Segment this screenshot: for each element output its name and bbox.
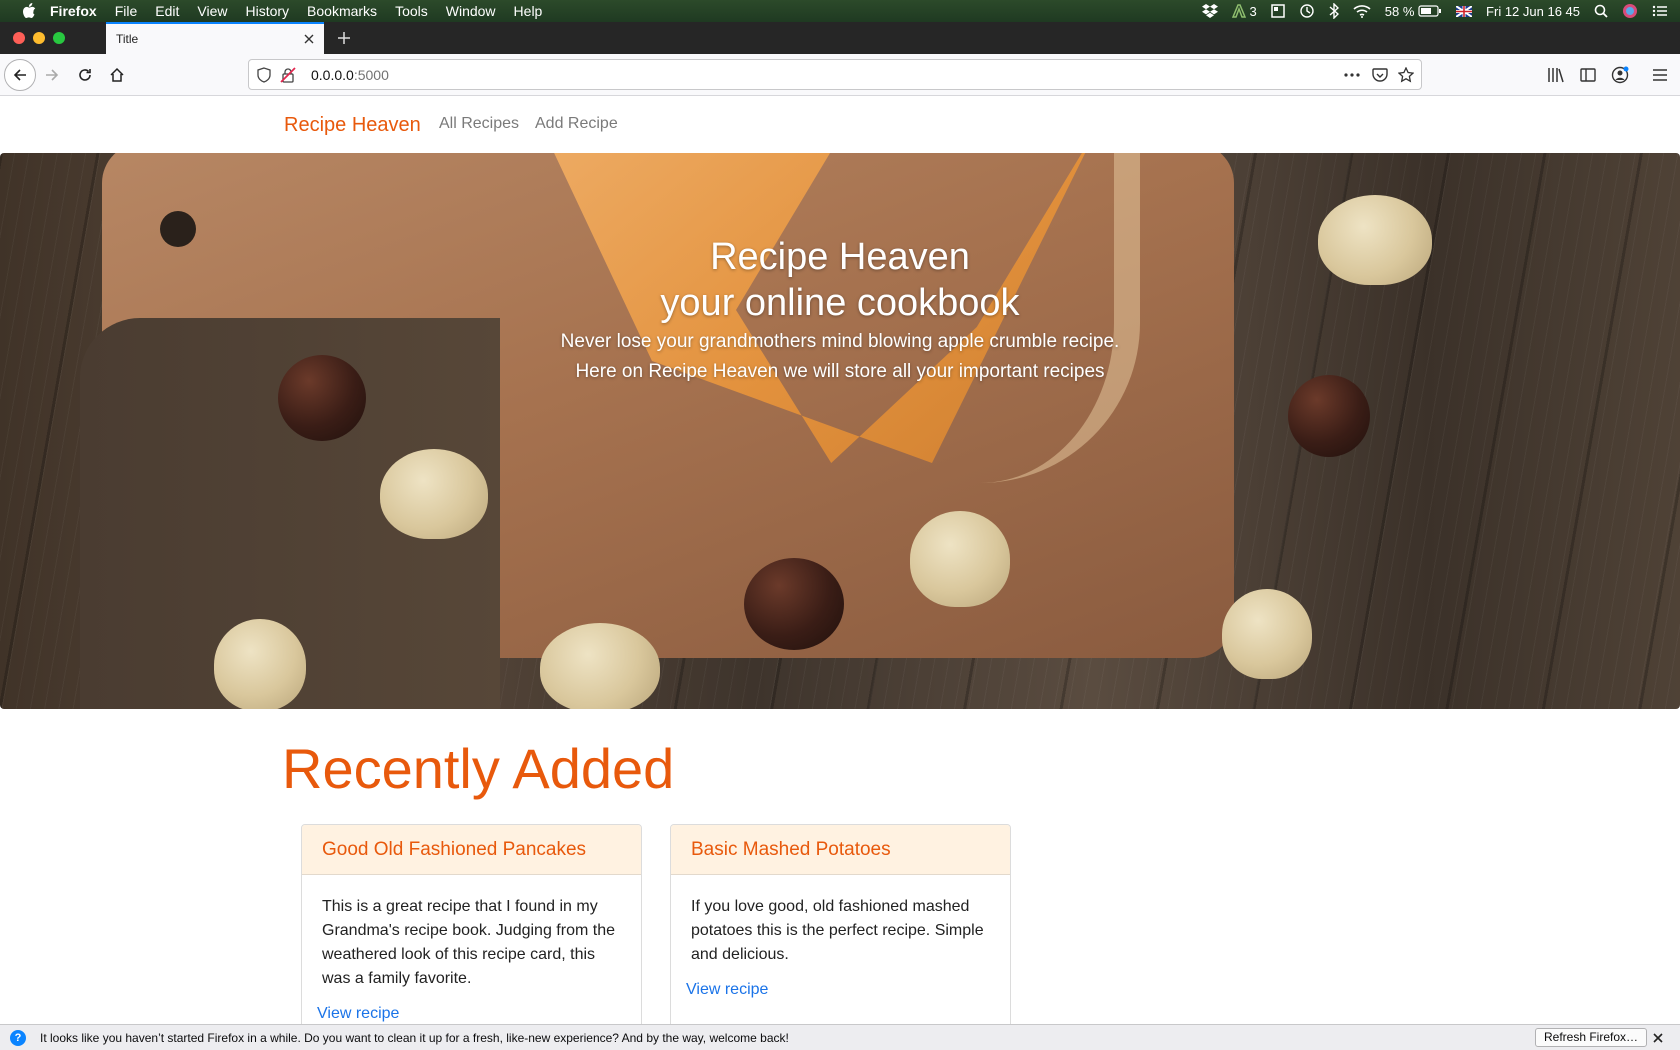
uk-flag-icon[interactable] [1456, 5, 1473, 17]
window-manager-icon[interactable] [1271, 4, 1285, 18]
recipe-card-title: Good Old Fashioned Pancakes [302, 825, 641, 875]
recipe-card: Good Old Fashioned Pancakes This is a gr… [301, 824, 642, 1034]
reload-icon[interactable] [71, 61, 99, 89]
menu-edit[interactable]: Edit [155, 3, 179, 19]
window-minimize-button[interactable] [33, 32, 45, 44]
url-port: :5000 [353, 67, 389, 83]
hero-subtitle-line1: Never lose your grandmothers mind blowin… [560, 331, 1120, 352]
back-arrow-icon[interactable] [4, 59, 36, 91]
tab-title: Title [116, 32, 139, 46]
hero-image-chestnut [1288, 375, 1370, 457]
menu-app-firefox[interactable]: Firefox [50, 3, 97, 19]
window-zoom-button[interactable] [53, 32, 65, 44]
notification-center-icon[interactable] [1652, 5, 1668, 17]
view-recipe-link[interactable]: View recipe [686, 981, 1010, 999]
hero-image-physalis [380, 449, 488, 539]
pocket-icon[interactable] [1371, 66, 1389, 84]
hero-banner: Recipe Heaven your online cookbook Never… [0, 153, 1680, 709]
tracking-shield-icon[interactable] [255, 66, 273, 84]
recently-added-heading: Recently Added [282, 737, 675, 800]
menu-bar-status-area: 3 58 % Fri 12 Jun 16 45 [1201, 0, 1668, 22]
menu-history[interactable]: History [245, 3, 289, 19]
browser-tab-active[interactable]: Title [106, 22, 324, 54]
menu-file[interactable]: File [115, 3, 138, 19]
menu-bookmarks[interactable]: Bookmarks [307, 3, 377, 19]
close-notification-icon[interactable] [1650, 1030, 1666, 1046]
recipe-card-title: Basic Mashed Potatoes [671, 825, 1010, 875]
site-brand-link[interactable]: Recipe Heaven [284, 114, 421, 137]
adobe-status-icon[interactable]: 3 [1231, 3, 1257, 19]
siri-icon[interactable] [1622, 3, 1638, 19]
battery-percent: 58 % [1384, 3, 1415, 19]
macos-menu-bar: Firefox File Edit View History Bookmarks… [0, 0, 1680, 22]
status-badge-count: 3 [1249, 3, 1257, 19]
firefox-account-icon[interactable] [1610, 65, 1630, 85]
nav-add-recipe[interactable]: Add Recipe [535, 115, 618, 133]
hero-image-physalis [214, 619, 306, 709]
library-icon[interactable] [1546, 65, 1566, 85]
hero-image-physalis [1222, 589, 1312, 679]
apple-icon[interactable] [20, 2, 38, 20]
battery-icon [1418, 5, 1442, 17]
home-icon[interactable] [103, 61, 131, 89]
hero-image-chestnut [744, 558, 844, 650]
menu-help[interactable]: Help [514, 3, 543, 19]
dropbox-icon[interactable] [1201, 4, 1218, 18]
hamburger-menu-icon[interactable] [1650, 65, 1670, 85]
time-machine-icon[interactable] [1299, 3, 1315, 19]
forward-arrow-icon[interactable] [38, 61, 66, 89]
hero-image-physalis [540, 623, 660, 709]
recipe-card: Basic Mashed Potatoes If you love good, … [670, 824, 1011, 1034]
menu-view[interactable]: View [197, 3, 227, 19]
window-close-button[interactable] [13, 32, 25, 44]
nav-all-recipes[interactable]: All Recipes [439, 115, 519, 133]
spotlight-search-icon[interactable] [1594, 4, 1608, 18]
recipe-card-description: This is a great recipe that I found in m… [322, 898, 615, 987]
info-icon: ? [10, 1030, 26, 1046]
notification-message: It looks like you haven’t started Firefo… [40, 1031, 789, 1045]
browser-nav-toolbar: 0.0.0.0:5000 [0, 54, 1680, 96]
sidebar-toggle-icon[interactable] [1578, 65, 1598, 85]
url-bar[interactable]: 0.0.0.0:5000 [248, 59, 1422, 90]
bluetooth-icon[interactable] [1329, 3, 1339, 19]
hero-image-physalis [910, 511, 1010, 607]
wifi-icon[interactable] [1353, 4, 1371, 18]
tab-close-icon[interactable] [300, 30, 318, 48]
page-actions-icon[interactable] [1343, 66, 1361, 84]
url-host: 0.0.0.0 [311, 67, 354, 83]
new-tab-icon[interactable] [334, 28, 354, 48]
bookmark-star-icon[interactable] [1397, 66, 1415, 84]
url-text: 0.0.0.0:5000 [311, 67, 389, 83]
menu-window[interactable]: Window [446, 3, 496, 19]
insecure-connection-icon[interactable] [279, 66, 297, 84]
clock-datetime[interactable]: Fri 12 Jun 16 45 [1486, 4, 1580, 19]
hero-title-line2: your online cookbook [660, 282, 1020, 324]
refresh-firefox-button[interactable]: Refresh Firefox… [1535, 1028, 1648, 1047]
hero-subtitle-line2: Here on Recipe Heaven we will store all … [575, 361, 1105, 382]
hero-title-line1: Recipe Heaven [710, 236, 970, 278]
browser-tab-strip: Title [0, 22, 1680, 54]
menu-tools[interactable]: Tools [395, 3, 428, 19]
refresh-notification-bar: ? It looks like you haven’t started Fire… [0, 1024, 1680, 1050]
battery-status[interactable]: 58 % [1385, 4, 1442, 19]
site-navbar: Recipe Heaven All Recipes Add Recipe [0, 97, 1680, 153]
view-recipe-link[interactable]: View recipe [317, 1005, 641, 1023]
recipe-card-description: If you love good, old fashioned mashed p… [691, 898, 984, 963]
